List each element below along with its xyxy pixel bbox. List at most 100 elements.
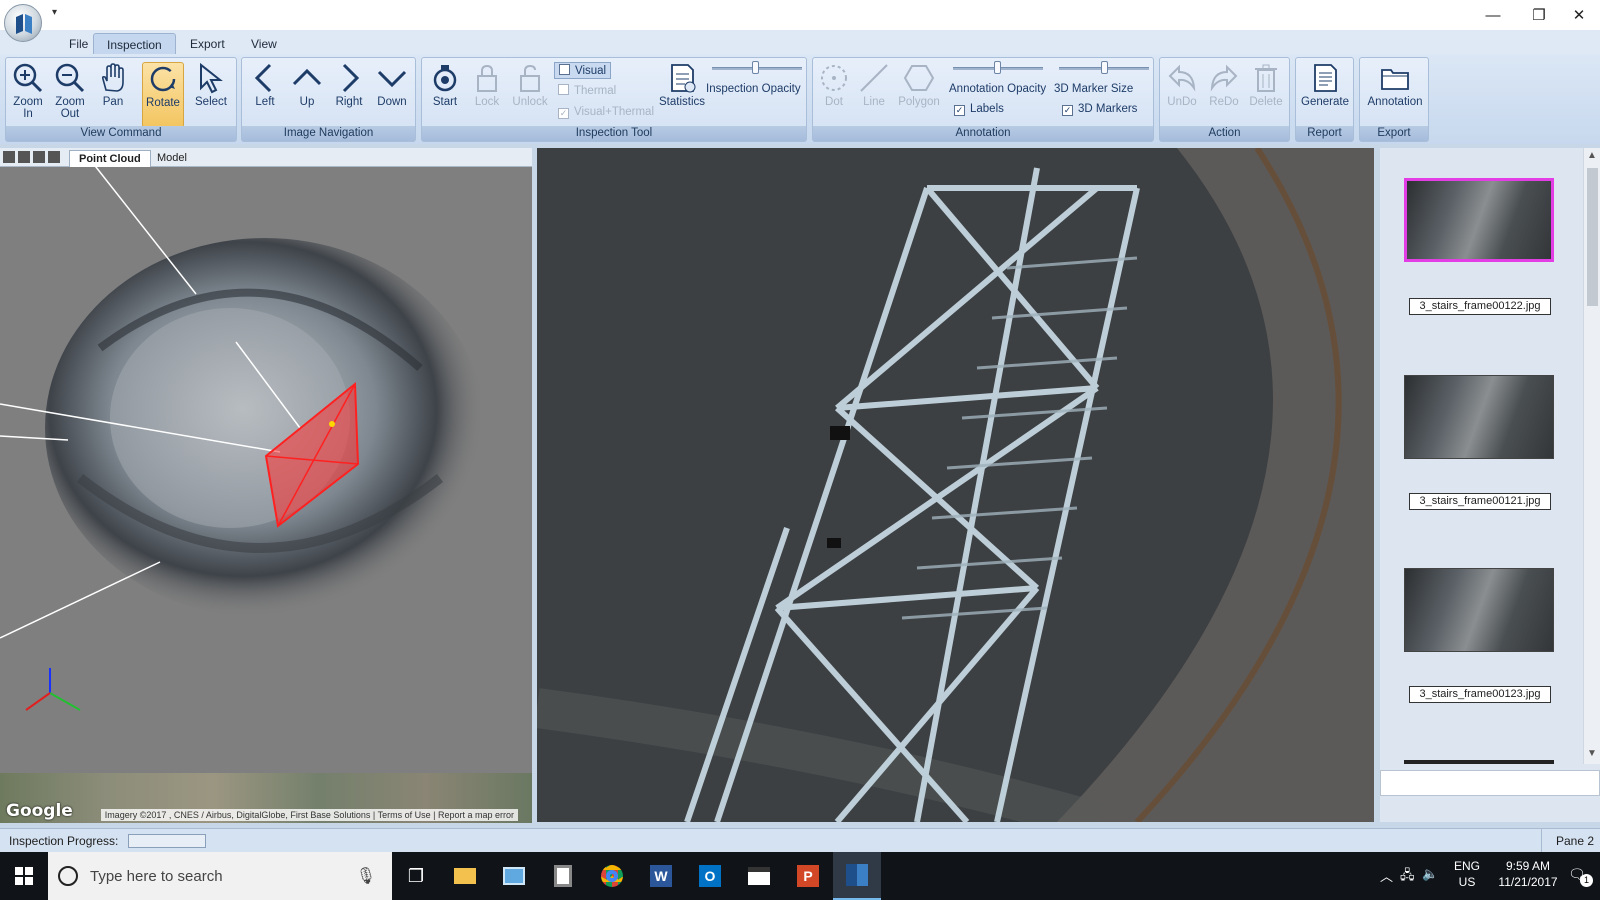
visual-thermal-radio[interactable]: ✓ Visual+Thermal [558, 106, 654, 119]
statistics-button[interactable]: Statistics [656, 62, 708, 126]
microphone-icon[interactable]: 🎙 [356, 866, 376, 886]
tab-export[interactable]: Export [177, 33, 238, 54]
zoom-in-button[interactable]: Zoom In [8, 62, 48, 126]
satellite-map[interactable]: Imagery ©2017 , CNES / Airbus, DigitalGl… [0, 773, 532, 823]
network-icon[interactable]: 🖧 [1400, 866, 1415, 888]
thumbnail-image[interactable] [1404, 568, 1554, 652]
minimize-button[interactable]: — [1470, 0, 1516, 30]
taskbar-search-box[interactable]: Type here to search 🎙 [48, 852, 392, 900]
scroll-thumb[interactable] [1587, 168, 1598, 306]
right-button[interactable]: Right [330, 62, 368, 126]
group-report: Generate Report [1295, 57, 1354, 142]
app-logo[interactable] [4, 4, 42, 42]
marker-size-label: 3D Marker Size [1054, 83, 1134, 95]
lock-button[interactable]: Lock [468, 62, 506, 126]
thumbnail-label[interactable]: 3_stairs_frame00122.jpg [1409, 298, 1551, 315]
clock[interactable]: 9:59 AM 11/21/2017 [1484, 858, 1572, 890]
thermal-radio[interactable]: Thermal [558, 84, 616, 97]
close-button[interactable]: ✕ [1556, 0, 1600, 30]
volume-icon[interactable]: 🔈 [1422, 866, 1438, 882]
powerpoint-icon[interactable]: P [784, 852, 832, 900]
language-label: ENG [1454, 859, 1481, 873]
undo-button[interactable]: UnDo [1162, 62, 1202, 126]
tab-inspection[interactable]: Inspection [93, 33, 176, 54]
group-action: UnDo ReDo Delete Action [1159, 57, 1290, 142]
task-view-icon[interactable]: ❐ [392, 852, 440, 900]
scroll-up-icon[interactable]: ▲ [1587, 150, 1597, 161]
lock-label: Lock [474, 96, 500, 108]
quick-access-dropdown-icon[interactable]: ▾ [52, 7, 57, 18]
stairs-image[interactable] [537, 148, 1374, 822]
left-button[interactable]: Left [246, 62, 284, 126]
group-title-image-navigation: Image Navigation [242, 126, 415, 141]
down-button[interactable]: Down [372, 62, 412, 126]
undo-icon [1168, 64, 1196, 92]
inspection-opacity-thumb[interactable] [752, 61, 759, 74]
show-hidden-icons-icon[interactable]: ︿ [1380, 866, 1393, 885]
inspection-app-icon[interactable] [833, 852, 881, 900]
line-icon [860, 64, 888, 92]
view-square-icon[interactable] [3, 151, 15, 163]
control-panel-icon[interactable] [490, 852, 538, 900]
annotation-opacity-thumb[interactable] [994, 61, 1001, 74]
thumbnail-image[interactable] [1404, 178, 1554, 262]
labels-checkbox[interactable]: ✓ Labels [954, 103, 1004, 116]
thermal-check-icon [558, 84, 569, 95]
rotate-label: Rotate [146, 97, 180, 109]
dot-tool-button[interactable]: Dot [815, 62, 853, 126]
start-windows-button[interactable] [0, 852, 48, 900]
region-label: US [1458, 875, 1476, 889]
generate-report-button[interactable]: Generate [1297, 62, 1353, 126]
scroll-down-icon[interactable]: ▼ [1587, 748, 1597, 759]
thumbnail-scrollbar[interactable]: ▲ ▼ [1583, 148, 1600, 764]
view-square-icon[interactable] [48, 151, 60, 163]
file-explorer-icon[interactable] [441, 852, 489, 900]
video-editor-icon[interactable] [735, 852, 783, 900]
line-tool-button[interactable]: Line [855, 62, 893, 126]
thumbnail-image[interactable] [1404, 375, 1554, 459]
markers-checkbox[interactable]: ✓ 3D Markers [1062, 103, 1137, 116]
view-square-icon[interactable] [33, 151, 45, 163]
point-cloud-pane[interactable] [0, 148, 532, 816]
labels-check-icon: ✓ [954, 105, 965, 116]
up-button[interactable]: Up [288, 62, 326, 126]
group-title-inspection-tool: Inspection Tool [422, 126, 806, 141]
tab-model[interactable]: Model [148, 150, 196, 167]
redo-button[interactable]: ReDo [1204, 62, 1244, 126]
select-button[interactable]: Select [190, 62, 232, 126]
rotate-button[interactable]: Rotate [142, 62, 184, 128]
inspection-image-view[interactable] [537, 148, 1374, 822]
thumbnail-label[interactable]: 3_stairs_frame00121.jpg [1409, 493, 1551, 510]
input-language[interactable]: ENG US [1454, 858, 1480, 890]
chevron-right-icon [342, 63, 360, 93]
pan-button[interactable]: Pan [94, 62, 132, 126]
point-cloud-view[interactable] [0, 148, 532, 816]
map-attribution[interactable]: Imagery ©2017 , CNES / Airbus, DigitalGl… [100, 809, 518, 821]
undo-label: UnDo [1167, 96, 1197, 108]
trash-icon [1255, 64, 1277, 92]
view-square-icon[interactable] [18, 151, 30, 163]
unlock-button[interactable]: Unlock [510, 62, 550, 126]
lock-icon [477, 64, 497, 92]
tab-point-cloud[interactable]: Point Cloud [69, 150, 151, 167]
zoom-out-button[interactable]: Zoom Out [50, 62, 90, 126]
inspection-opacity-label: Inspection Opacity [706, 83, 801, 95]
visual-radio[interactable]: Visual [554, 62, 612, 79]
inspection-progress-label: Inspection Progress: [9, 834, 119, 848]
outlook-icon[interactable]: O [686, 852, 734, 900]
calculator-icon[interactable] [539, 852, 587, 900]
chrome-icon[interactable] [588, 852, 636, 900]
start-button[interactable]: Start [426, 62, 464, 126]
marker-size-thumb[interactable] [1101, 61, 1108, 74]
thumbnail-image-partial[interactable] [1404, 760, 1554, 764]
tab-view[interactable]: View [238, 33, 290, 54]
thumbnail-label[interactable]: 3_stairs_frame00123.jpg [1409, 686, 1551, 703]
polygon-tool-button[interactable]: Polygon [895, 62, 943, 126]
word-icon[interactable]: W [637, 852, 685, 900]
chevron-down-icon [377, 70, 407, 88]
folder-icon [1381, 69, 1409, 90]
export-annotation-button[interactable]: Annotation [1361, 62, 1429, 126]
delete-label: Delete [1249, 96, 1283, 108]
delete-button[interactable]: Delete [1246, 62, 1286, 126]
zoom-in-icon [13, 63, 43, 93]
